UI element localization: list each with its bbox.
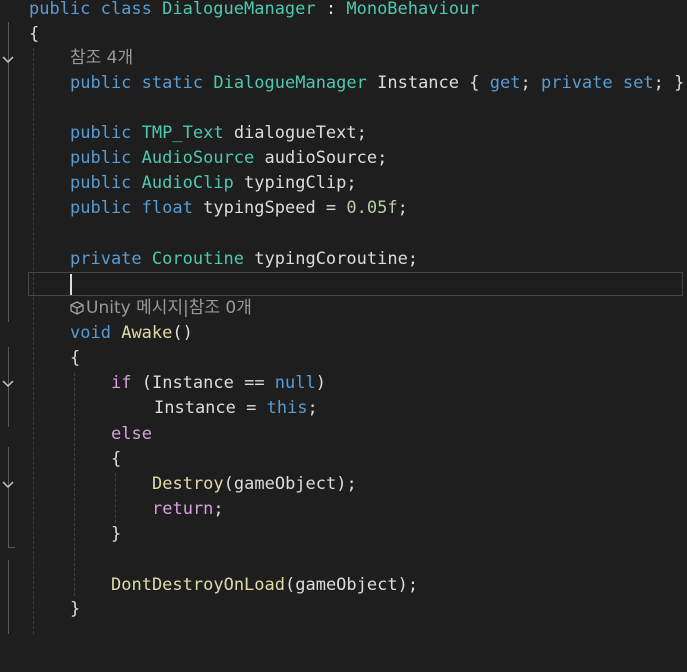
type-name: AudioSource <box>141 148 255 168</box>
arguments: (gameObject); <box>223 474 357 494</box>
field-name: typingClip; <box>244 173 357 193</box>
code-editor[interactable]: public class DialogueManager : MonoBehav… <box>0 0 687 634</box>
keyword: public <box>70 123 132 143</box>
code-line[interactable]: private Coroutine typingCoroutine; <box>0 247 687 272</box>
code-line[interactable]: return; <box>0 497 687 522</box>
type-name: TMP_Text <box>141 123 224 143</box>
type-name: AudioClip <box>141 173 234 193</box>
code-line[interactable]: void Awake() <box>0 321 687 387</box>
codelens-line: 참조 4개 <box>0 46 687 71</box>
code-line[interactable]: } <box>0 522 687 547</box>
brace: { <box>70 348 81 368</box>
field-name: typingSpeed = <box>203 198 347 218</box>
codelens-unity-message[interactable]: Unity 메시지|참조 0개 <box>70 296 252 323</box>
code-line[interactable]: { <box>0 447 687 472</box>
keyword: public <box>70 198 132 218</box>
brace: { <box>469 73 480 93</box>
keyword: public <box>70 148 132 168</box>
code-line[interactable]: public AudioSource audioSource; <box>0 146 687 171</box>
parens: () <box>172 323 193 343</box>
arguments: (gameObject); <box>285 575 419 595</box>
colon: : <box>315 0 347 19</box>
keyword: public <box>29 0 91 19</box>
semicolon: ; <box>213 499 224 519</box>
keyword: else <box>111 424 152 444</box>
code-line[interactable]: public static DialogueManager Instance {… <box>0 71 687 96</box>
field-name: dialogueText; <box>233 123 367 143</box>
method-call: Destroy <box>152 474 224 494</box>
assignment: Instance = <box>154 398 267 418</box>
semicolon: ; <box>397 198 408 218</box>
class-name: DialogueManager <box>162 0 316 19</box>
keyword: private <box>540 73 613 93</box>
keyword: null <box>274 373 316 393</box>
semicolon: ; <box>653 73 664 93</box>
paren: ) <box>315 373 326 393</box>
code-line[interactable]: Destroy(gameObject); <box>0 472 687 497</box>
text-caret <box>70 274 72 295</box>
brace: { <box>29 24 40 44</box>
current-line-highlight <box>28 272 683 296</box>
code-line[interactable]: public TMP_Text dialogueText; <box>0 121 687 146</box>
method-name: Awake <box>121 323 173 343</box>
method-call: DontDestroyOnLoad <box>111 575 285 595</box>
brace: } <box>70 599 81 619</box>
brace: { <box>111 449 122 469</box>
keyword: float <box>141 198 193 218</box>
number-literal: 0.05f <box>346 198 398 218</box>
code-line[interactable]: public class DialogueManager : MonoBehav… <box>0 0 687 63</box>
property-name: Instance <box>377 73 460 93</box>
keyword: static <box>141 73 204 93</box>
unity-cube-icon <box>70 298 84 323</box>
code-line[interactable]: { <box>0 346 687 371</box>
code-line[interactable]: else <box>0 422 687 488</box>
brace: } <box>674 73 685 93</box>
brace: } <box>111 524 122 544</box>
code-line[interactable]: public float typingSpeed = 0.05f; <box>0 196 687 221</box>
code-line[interactable]: { <box>0 22 687 47</box>
keyword: public <box>70 173 132 193</box>
keyword: private <box>70 249 142 269</box>
keyword: if <box>111 373 132 393</box>
codelens-text: Unity 메시지|참조 0개 <box>86 298 252 318</box>
codelens-line: Unity 메시지|참조 0개 <box>0 296 687 321</box>
code-line[interactable]: Instance = this; <box>0 396 687 421</box>
code-line[interactable]: public AudioClip typingClip; <box>0 171 687 196</box>
keyword: get <box>489 73 521 93</box>
keyword: this <box>266 398 308 418</box>
base-class: MonoBehaviour <box>346 0 480 19</box>
type-name: Coroutine <box>151 249 245 269</box>
keyword: return <box>152 499 214 519</box>
code-line[interactable]: DontDestroyOnLoad(gameObject); <box>0 573 687 598</box>
code-line[interactable]: } <box>0 597 687 622</box>
keyword: set <box>622 73 654 93</box>
semicolon: ; <box>307 398 318 418</box>
keyword: void <box>70 323 111 343</box>
type-name: DialogueManager <box>213 73 367 93</box>
codelens-references[interactable]: 참조 4개 <box>70 46 133 71</box>
field-name: typingCoroutine; <box>254 249 419 269</box>
condition: (Instance == <box>141 373 275 393</box>
semicolon: ; <box>520 73 531 93</box>
field-name: audioSource; <box>264 148 388 168</box>
keyword: public <box>70 73 132 93</box>
keyword: class <box>100 0 152 19</box>
code-line[interactable]: if (Instance == null) <box>0 371 687 396</box>
